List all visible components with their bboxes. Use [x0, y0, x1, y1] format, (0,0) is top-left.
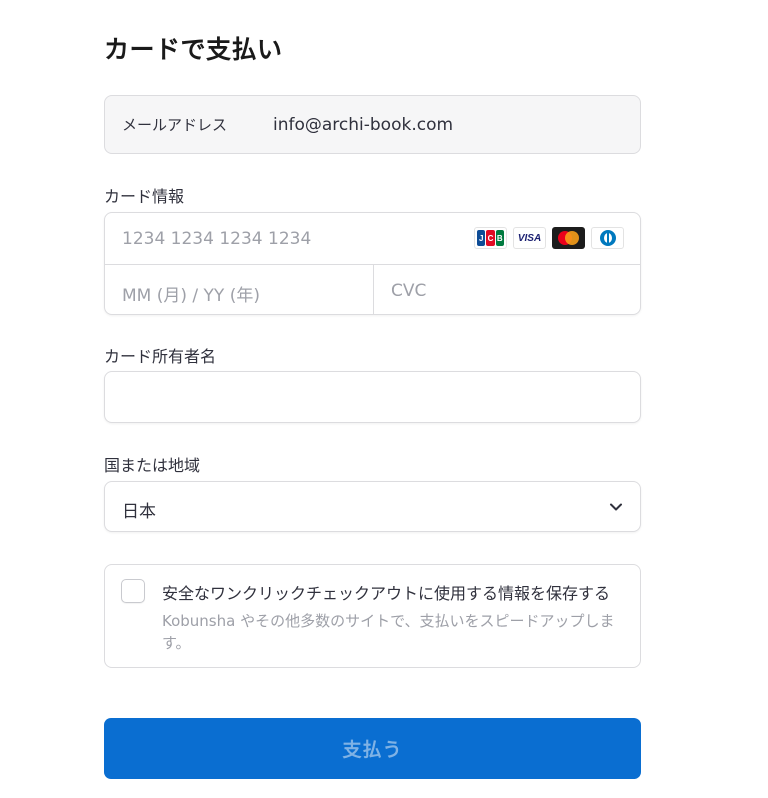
diners-logo-icon: [591, 227, 624, 249]
country-label: 国または地域: [104, 456, 201, 475]
mastercard-orange-circle: [565, 231, 579, 245]
card-expiry-placeholder: MM (月) / YY (年): [122, 286, 260, 306]
country-selected-value: 日本: [122, 502, 156, 522]
jcb-logo-icon: J C B: [474, 227, 507, 249]
diners-bar: [606, 233, 609, 243]
save-info-box: 安全なワンクリックチェックアウトに使用する情報を保存する Kobunsha やそ…: [104, 564, 641, 668]
country-select[interactable]: 日本: [104, 481, 641, 532]
pay-button[interactable]: 支払う: [104, 718, 641, 779]
visa-logo-icon: VISA: [513, 227, 546, 249]
card-cvc-placeholder: CVC: [391, 281, 427, 301]
page-title: カードで支払い: [104, 35, 283, 64]
save-info-title: 安全なワンクリックチェックアウトに使用する情報を保存する: [162, 584, 611, 603]
jcb-c-segment: C: [486, 230, 495, 246]
card-info-label: カード情報: [104, 187, 185, 206]
card-info-group: 1234 1234 1234 1234 J C B VISA MM (月) / …: [104, 212, 641, 315]
email-label: メールアドレス: [122, 116, 228, 134]
card-cvc-input[interactable]: CVC: [374, 265, 640, 315]
diners-circle: [599, 230, 616, 246]
mastercard-logo-icon: [552, 227, 585, 249]
payment-page: カードで支払い メールアドレス info@archi-book.com カード情…: [0, 0, 768, 798]
card-brand-logos: J C B VISA: [474, 227, 624, 249]
save-info-checkbox[interactable]: [121, 579, 145, 603]
cardholder-name-label: カード所有者名: [104, 347, 217, 366]
save-info-description: Kobunsha やその他多数のサイトで、支払いをスピードアップします。: [162, 612, 615, 652]
email-value: info@archi-book.com: [273, 114, 454, 135]
card-number-placeholder: 1234 1234 1234 1234: [122, 229, 312, 249]
card-number-input[interactable]: 1234 1234 1234 1234 J C B VISA: [105, 213, 640, 265]
jcb-b-segment: B: [495, 230, 504, 246]
cardholder-name-input[interactable]: [104, 371, 641, 423]
chevron-down-icon: [610, 503, 622, 511]
email-display: メールアドレス info@archi-book.com: [104, 95, 641, 154]
jcb-j-segment: J: [477, 230, 486, 246]
card-expiry-input[interactable]: MM (月) / YY (年): [105, 265, 374, 315]
